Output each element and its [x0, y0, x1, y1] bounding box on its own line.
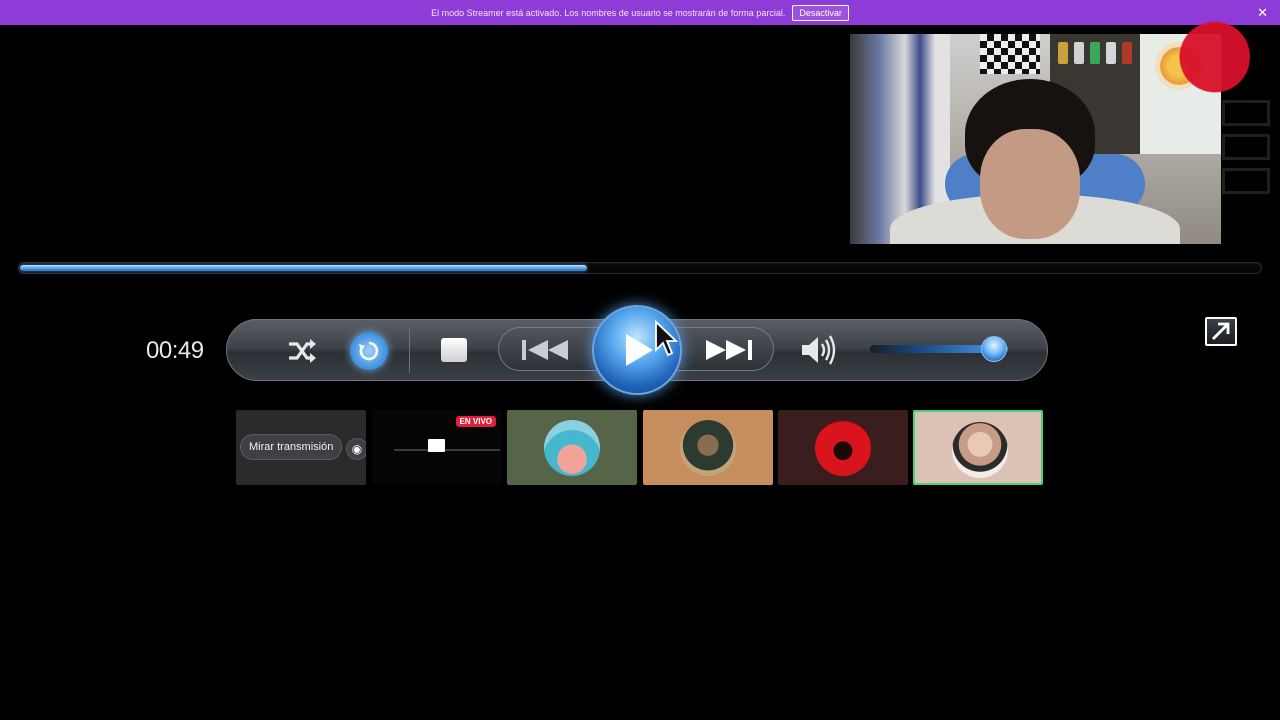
webcam-background — [980, 34, 1040, 74]
screen-share-tile[interactable]: EN VIVO — [372, 410, 502, 485]
view-icon[interactable]: ◉ — [346, 438, 366, 460]
next-button[interactable] — [700, 334, 760, 366]
cartoon-starfish-avatar — [544, 420, 600, 476]
volume-slider-thumb[interactable] — [981, 336, 1007, 362]
stop-button[interactable] — [441, 338, 467, 362]
seek-bar[interactable] — [18, 262, 1262, 274]
popout-button[interactable] — [1205, 317, 1237, 346]
repeat-icon — [359, 341, 379, 361]
deactivate-button[interactable]: Desactivar — [792, 4, 849, 21]
overlay-decoration — [1222, 100, 1270, 126]
previous-icon — [522, 340, 568, 360]
webcam-background — [1074, 42, 1084, 64]
overlay-decoration — [1222, 134, 1270, 160]
screen-preview — [394, 449, 500, 451]
seek-progress — [20, 265, 587, 271]
play-icon — [626, 334, 653, 366]
watch-stream-button[interactable]: Mirar transmisión — [240, 434, 343, 460]
person-cap-avatar — [680, 420, 736, 476]
participant-tile-speaking[interactable] — [913, 410, 1043, 485]
shuffle-button[interactable] — [284, 333, 320, 369]
overlay-decoration — [1222, 168, 1270, 194]
volume-button[interactable] — [797, 332, 841, 368]
participant-tile[interactable] — [643, 410, 773, 485]
streamer-mode-message: El modo Streamer está activado. Los nomb… — [431, 7, 786, 18]
channel-logo — [1172, 18, 1250, 96]
mouse-cursor-icon — [655, 320, 678, 357]
watch-stream-tile[interactable]: Mirar transmisión ◉ — [236, 410, 366, 485]
webcam-background — [1090, 42, 1100, 64]
close-icon[interactable]: ✕ — [1257, 5, 1268, 21]
streamer-mode-banner: El modo Streamer está activado. Los nomb… — [0, 0, 1280, 25]
webcam-background — [1122, 42, 1132, 64]
popout-icon — [1212, 322, 1230, 340]
volume-icon — [802, 335, 836, 365]
control-divider — [409, 327, 410, 373]
red-demon-avatar — [815, 420, 871, 476]
live-badge: EN VIVO — [455, 416, 496, 427]
elapsed-time: 00:49 — [146, 337, 204, 364]
screen-preview — [428, 439, 445, 452]
overlay-decoration — [1222, 100, 1270, 210]
participant-tile[interactable] — [778, 410, 908, 485]
webcam-person — [980, 129, 1080, 239]
participant-tile[interactable] — [507, 410, 637, 485]
webcam-feed — [850, 34, 1221, 244]
repeat-button[interactable] — [350, 332, 388, 370]
webcam-background — [1106, 42, 1116, 64]
bald-man-avatar — [952, 422, 1008, 478]
shuffle-icon — [289, 339, 316, 363]
next-icon — [706, 340, 752, 360]
webcam-background — [1058, 42, 1068, 64]
previous-button[interactable] — [514, 334, 574, 366]
